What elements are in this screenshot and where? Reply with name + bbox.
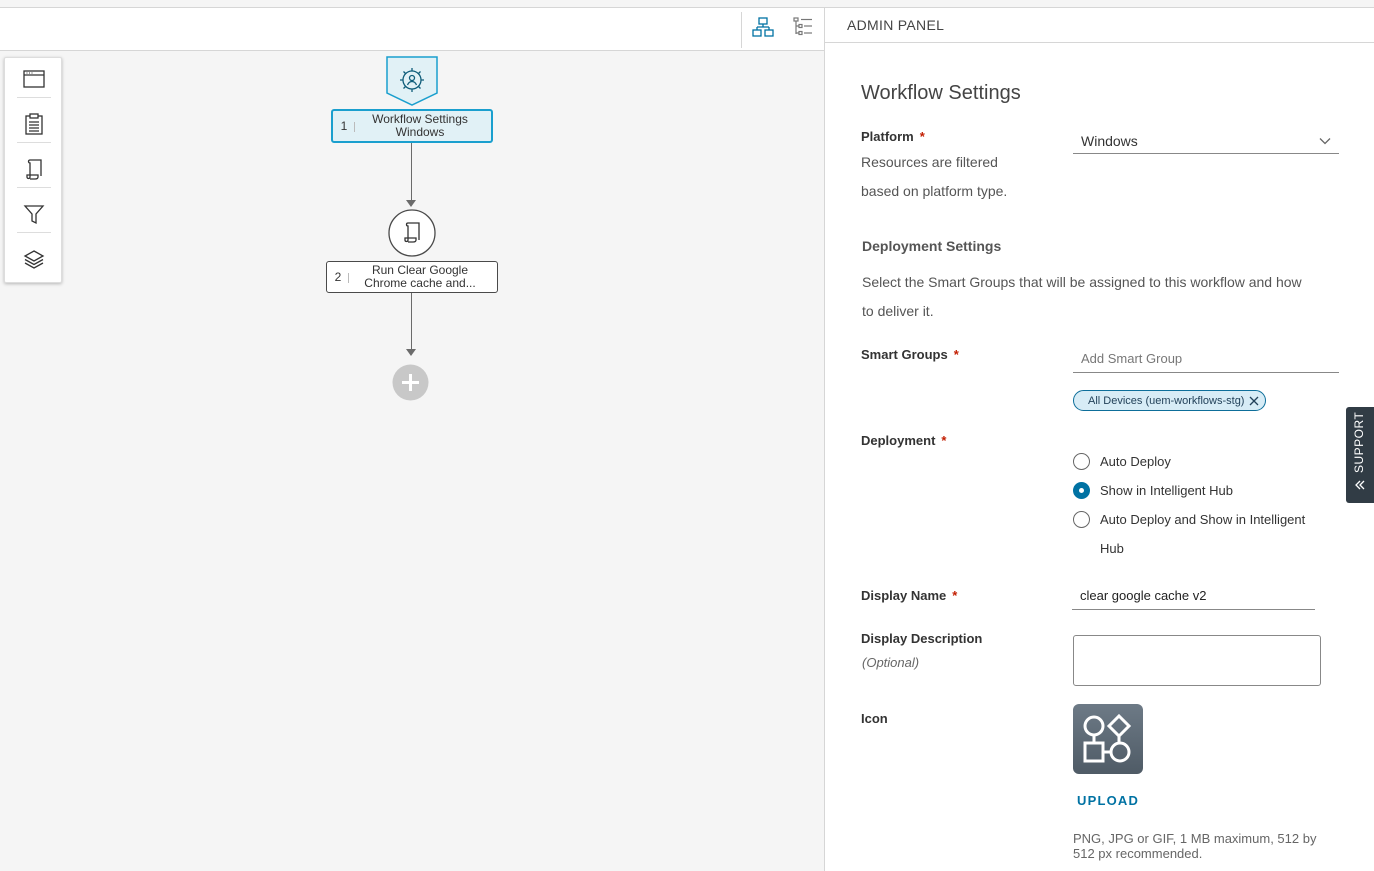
radio-button[interactable] (1073, 511, 1090, 528)
toolbox-divider (17, 232, 51, 233)
plus-icon (392, 364, 429, 401)
smart-groups-label-text: Smart Groups (861, 347, 948, 362)
shapes-icon (1083, 713, 1132, 763)
workflow-settings-badge[interactable] (386, 56, 438, 111)
display-description-textarea[interactable] (1073, 635, 1321, 686)
icon-label: Icon (861, 711, 888, 726)
deployment-desc-line2: to deliver it. (862, 303, 934, 319)
required-asterisk: * (953, 347, 959, 362)
platform-select[interactable]: Windows (1073, 128, 1339, 154)
connector-line (411, 143, 412, 201)
admin-panel-header: ADMIN PANEL (825, 8, 1374, 43)
smart-groups-label: Smart Groups * (861, 347, 959, 362)
window-icon[interactable] (17, 62, 51, 96)
chevron-down-icon (1319, 137, 1331, 144)
layers-icon[interactable] (17, 242, 51, 276)
node-label-line2: Windows (395, 125, 445, 139)
upload-note-line1: PNG, JPG or GIF, 1 MB maximum, 512 by (1073, 831, 1317, 846)
admin-panel: ADMIN PANEL Workflow Settings Platform * … (824, 8, 1374, 871)
radio-auto-deploy-and-show[interactable]: Auto Deploy and Show in Intelligent (1073, 511, 1305, 528)
upload-button[interactable]: UPLOAD (1077, 793, 1139, 808)
workflow-canvas[interactable] (0, 51, 824, 871)
deployment-settings-desc: Select the Smart Groups that will be ass… (862, 268, 1362, 326)
platform-label-text: Platform (861, 129, 914, 144)
list-view-icon[interactable] (790, 14, 816, 40)
deployment-desc-line1: Select the Smart Groups that will be ass… (862, 274, 1302, 290)
deployment-label-text: Deployment (861, 433, 936, 448)
deployment-label: Deployment * (861, 433, 946, 448)
radio-button-selected[interactable] (1073, 482, 1090, 499)
upload-note-line2: 512 px recommended. (1073, 846, 1203, 861)
script-step-circle[interactable] (388, 209, 436, 262)
node-label: Workflow Settings Windows (355, 113, 491, 139)
node-number: 2 (327, 270, 349, 284)
platform-help: Resources are filtered based on platform… (861, 148, 1007, 206)
clipboard-icon[interactable] (17, 107, 51, 141)
double-chevron-left-icon (1355, 480, 1365, 490)
radio-show-in-hub[interactable]: Show in Intelligent Hub (1073, 482, 1233, 499)
radio-auto-deploy[interactable]: Auto Deploy (1073, 453, 1171, 470)
script-icon[interactable] (17, 152, 51, 186)
radio-label-continued: Hub (1100, 541, 1124, 556)
toolbox-divider (17, 187, 51, 188)
support-label: SUPPORT (1352, 411, 1366, 473)
connector-arrow (406, 349, 416, 356)
smart-group-input[interactable]: Add Smart Group (1073, 345, 1339, 373)
smart-group-chip-label: All Devices (uem-workflows-stg) (1088, 394, 1245, 407)
node-label-line1: Run Clear Google (371, 263, 469, 277)
workflow-node-1[interactable]: 1 Workflow Settings Windows (331, 109, 493, 143)
remove-chip-icon[interactable] (1249, 396, 1259, 406)
connector-line (411, 293, 412, 350)
node-label-line2: Chrome cache and... (364, 276, 476, 290)
display-name-label: Display Name * (861, 588, 957, 603)
workflow-node-2[interactable]: 2 Run Clear Google Chrome cache and... (326, 261, 498, 293)
connector-arrow (406, 200, 416, 207)
node-number: 1 (333, 119, 355, 133)
display-description-label: Display Description (861, 631, 983, 646)
hierarchy-view-icon[interactable] (750, 14, 776, 40)
node-label-line1: Workflow Settings (372, 112, 468, 126)
display-name-value: clear google cache v2 (1080, 588, 1207, 603)
toolbox-divider (17, 142, 51, 143)
settings-gear-icon (400, 68, 424, 92)
toolbox-divider (17, 97, 51, 98)
support-tab[interactable]: SUPPORT (1346, 407, 1374, 503)
platform-help-line1: Resources are filtered (861, 154, 998, 170)
upload-note: PNG, JPG or GIF, 1 MB maximum, 512 by 51… (1073, 831, 1343, 861)
toolbar-divider (741, 12, 742, 48)
platform-select-value: Windows (1081, 132, 1138, 149)
radio-button[interactable] (1073, 453, 1090, 470)
radio-label: Auto Deploy and Show in Intelligent (1100, 512, 1306, 527)
smart-group-chip: All Devices (uem-workflows-stg) (1073, 390, 1267, 411)
node-label: Run Clear Google Chrome cache and... (349, 264, 497, 290)
platform-help-line2: based on platform type. (861, 183, 1008, 199)
add-step-button[interactable] (392, 364, 429, 406)
required-asterisk: * (952, 588, 958, 603)
display-name-input[interactable]: clear google cache v2 (1072, 582, 1315, 610)
optional-hint: (Optional) (862, 655, 920, 670)
workflow-icon-preview (1073, 704, 1143, 774)
step-toolbox (4, 57, 62, 283)
platform-label: Platform * (861, 129, 925, 144)
canvas-toolbar (0, 8, 824, 51)
radio-label: Show in Intelligent Hub (1100, 483, 1233, 498)
required-asterisk: * (919, 129, 925, 144)
required-asterisk: * (941, 433, 947, 448)
smart-group-placeholder: Add Smart Group (1081, 351, 1183, 366)
filter-icon[interactable] (17, 197, 51, 231)
top-strip (0, 0, 1374, 8)
radio-label: Auto Deploy (1100, 454, 1171, 469)
deployment-settings-title: Deployment Settings (862, 238, 1002, 254)
display-name-label-text: Display Name (861, 588, 947, 603)
panel-title: Workflow Settings (861, 82, 1021, 104)
